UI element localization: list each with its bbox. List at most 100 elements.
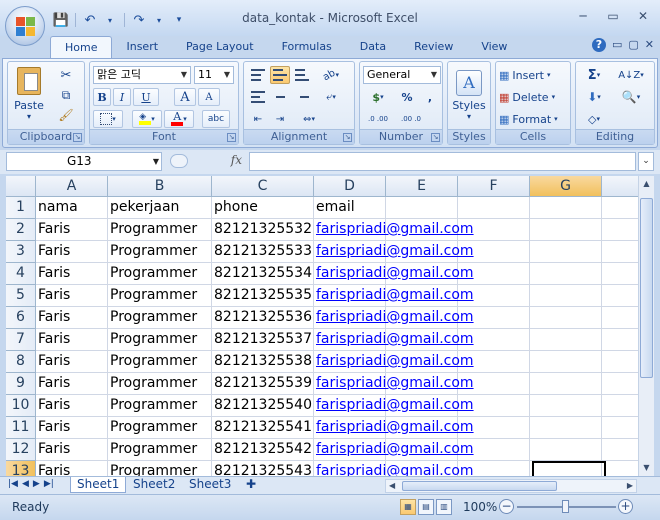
cut-icon[interactable]: ✂	[56, 66, 76, 84]
cell-d[interactable]: farispriadi@gmail.com	[314, 417, 474, 439]
align-left-button[interactable]	[248, 88, 268, 106]
help-icon[interactable]: ?	[591, 38, 606, 52]
column-header-d[interactable]: D	[314, 176, 386, 197]
cell-d[interactable]: farispriadi@gmail.com	[314, 285, 474, 307]
cell-e[interactable]	[386, 197, 458, 219]
worksheet-grid[interactable]: A B C D E F G 1 nama pekerjaan phone email 2 F…	[6, 176, 638, 476]
cell-g[interactable]	[530, 285, 602, 307]
font-name-select[interactable]: 맑은 고딕 ▼	[93, 66, 191, 84]
cell-b[interactable]: Programmer	[108, 461, 212, 476]
cell-g[interactable]	[530, 307, 602, 329]
cell-g[interactable]	[530, 329, 602, 351]
formula-bar-resize-handle[interactable]	[170, 154, 188, 168]
previous-sheet-icon[interactable]: ◀	[22, 479, 29, 489]
cell-g[interactable]	[530, 351, 602, 373]
minimize-button[interactable]: ─	[568, 6, 598, 26]
font-size-select[interactable]: 11 ▼	[194, 66, 234, 84]
font-launcher-icon[interactable]: ↘	[227, 133, 236, 142]
alignment-launcher-icon[interactable]: ↘	[343, 133, 352, 142]
autosum-button[interactable]: Σ ▾	[580, 66, 608, 84]
page-layout-view-icon[interactable]: ▤	[418, 499, 434, 515]
row-header[interactable]: 11	[6, 417, 36, 439]
delete-cells-button[interactable]: ▦ Delete ▾	[498, 88, 568, 106]
cell-d[interactable]: farispriadi@gmail.com	[314, 329, 474, 351]
cell-h[interactable]	[602, 307, 638, 329]
decrease-indent-button[interactable]: ⇤	[248, 110, 268, 128]
fill-color-button[interactable]: ◈ ▾	[132, 110, 162, 128]
fill-button[interactable]: ⬇ ▾	[580, 88, 608, 106]
cell-c[interactable]: 82121325535	[212, 285, 314, 307]
cell-g[interactable]	[530, 219, 602, 241]
wrap-text-button[interactable]: ⤶ ▾	[316, 88, 346, 106]
cell-c[interactable]: 82121325537	[212, 329, 314, 351]
scroll-up-icon[interactable]: ▲	[639, 176, 654, 192]
cell-b[interactable]: Programmer	[108, 307, 212, 329]
cell-a[interactable]: Faris	[36, 241, 108, 263]
cell-a[interactable]: Faris	[36, 373, 108, 395]
sheet-tab-sheet1[interactable]: Sheet1	[70, 477, 127, 493]
cell-b[interactable]: Programmer	[108, 417, 212, 439]
name-box[interactable]: G13 ▼	[6, 152, 162, 171]
clear-button[interactable]: ◇ ▾	[580, 110, 608, 128]
cell-d[interactable]: farispriadi@gmail.com	[314, 263, 474, 285]
cell-f[interactable]	[458, 197, 530, 219]
row-header[interactable]: 4	[6, 263, 36, 285]
sheet-tab-sheet2[interactable]: Sheet2	[127, 477, 181, 493]
cell-b[interactable]: Programmer	[108, 439, 212, 461]
percent-button[interactable]: %	[397, 88, 417, 106]
row-header[interactable]: 8	[6, 351, 36, 373]
cell-d[interactable]: farispriadi@gmail.com	[314, 395, 474, 417]
cell-a[interactable]: Faris	[36, 219, 108, 241]
cell-g[interactable]	[530, 373, 602, 395]
phonetic-button[interactable]: abc	[202, 110, 230, 128]
column-header-h-partial[interactable]	[602, 176, 638, 197]
increase-indent-button[interactable]: ⇥	[270, 110, 290, 128]
close-button[interactable]: ✕	[628, 6, 658, 26]
zoom-level[interactable]: 100%	[463, 500, 497, 514]
tab-page-layout[interactable]: Page Layout	[172, 36, 268, 59]
row-header[interactable]: 1	[6, 197, 36, 219]
cell-b[interactable]: pekerjaan	[108, 197, 212, 219]
cell-b[interactable]: Programmer	[108, 285, 212, 307]
cell-a[interactable]: Faris	[36, 417, 108, 439]
clipboard-launcher-icon[interactable]: ↘	[73, 133, 82, 142]
column-header-c[interactable]: C	[212, 176, 314, 197]
scroll-left-icon[interactable]: ◀	[389, 480, 395, 492]
align-center-button[interactable]	[270, 88, 290, 106]
cell-c[interactable]: 82121325540	[212, 395, 314, 417]
workbook-close-button[interactable]: ✕	[645, 38, 654, 52]
cell-h[interactable]	[602, 461, 638, 476]
zoom-in-button[interactable]: +	[618, 499, 633, 514]
scroll-down-icon[interactable]: ▼	[639, 460, 654, 476]
scroll-right-icon[interactable]: ▶	[627, 480, 633, 492]
cell-b[interactable]: Programmer	[108, 373, 212, 395]
cell-g[interactable]	[530, 417, 602, 439]
currency-button[interactable]: $ ▾	[363, 88, 393, 106]
sheet-tab-sheet3[interactable]: Sheet3	[183, 477, 237, 493]
cell-g[interactable]	[530, 241, 602, 263]
cell-h[interactable]	[602, 439, 638, 461]
cell-c[interactable]: 82121325539	[212, 373, 314, 395]
cell-c[interactable]: 82121325542	[212, 439, 314, 461]
cell-c[interactable]: phone	[212, 197, 314, 219]
cell-h[interactable]	[602, 285, 638, 307]
align-middle-button[interactable]	[270, 66, 290, 84]
cell-g[interactable]	[530, 395, 602, 417]
cell-a[interactable]: nama	[36, 197, 108, 219]
shrink-font-button[interactable]: A	[198, 88, 220, 106]
cell-c[interactable]: 82121325536	[212, 307, 314, 329]
first-sheet-icon[interactable]: |◀	[8, 479, 18, 489]
cell-a[interactable]: Faris	[36, 307, 108, 329]
formula-input[interactable]	[249, 152, 636, 171]
tab-view[interactable]: View	[467, 36, 521, 59]
row-header[interactable]: 2	[6, 219, 36, 241]
cell-g[interactable]	[530, 197, 602, 219]
cell-d[interactable]: farispriadi@gmail.com	[314, 351, 474, 373]
cell-d[interactable]: farispriadi@gmail.com	[314, 307, 474, 329]
cell-a[interactable]: Faris	[36, 461, 108, 476]
last-sheet-icon[interactable]: ▶|	[44, 479, 54, 489]
align-top-button[interactable]	[248, 66, 268, 84]
cell-h[interactable]	[602, 351, 638, 373]
next-sheet-icon[interactable]: ▶	[33, 479, 40, 489]
cell-g[interactable]	[530, 439, 602, 461]
